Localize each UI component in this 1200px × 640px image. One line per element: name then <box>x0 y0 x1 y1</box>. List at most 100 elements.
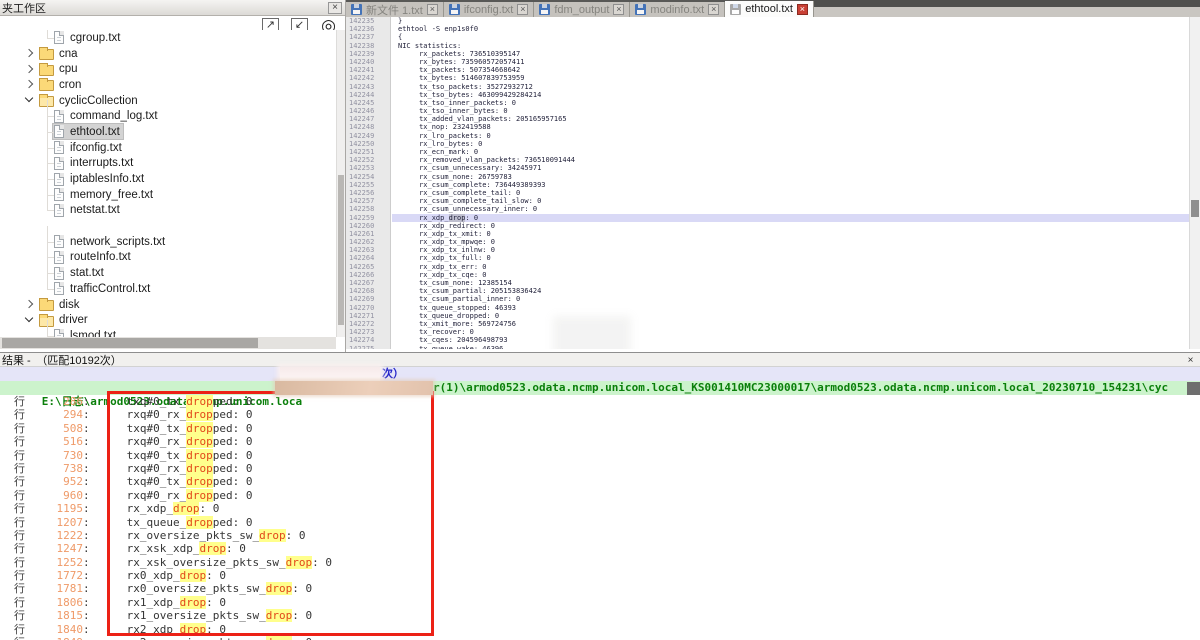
tree-item-hitbox[interactable]: cgroup.txt <box>53 30 124 45</box>
tree-item-label: driver <box>59 314 88 326</box>
line-number: 142258 <box>346 205 390 213</box>
tree-item-label: network_scripts.txt <box>70 236 165 248</box>
file-icon <box>54 204 64 217</box>
code-line: rx_lro_packets: 0 <box>392 132 1189 140</box>
file-tree: cgroup.txtcna cpu croncyclicCollectioncomm… <box>0 30 336 337</box>
row-content: rx2_oversize_pkts_sw_drop: 0 <box>90 636 312 640</box>
tree-item-label: memory_free.txt <box>70 189 153 201</box>
tree-item[interactable]: routeInfo.txt <box>0 250 336 266</box>
row-colon: : <box>83 502 90 515</box>
editor-body[interactable]: 1422351422361422371422381422391422401422… <box>346 17 1189 349</box>
tab-close-icon[interactable]: × <box>613 4 624 15</box>
result-row[interactable]: 行1849:rx2_oversize_pkts_sw_drop: 0 <box>0 636 1200 640</box>
chevron-right-icon[interactable] <box>24 79 35 90</box>
tree-item[interactable]: stat.txt <box>0 265 336 281</box>
editor-vertical-scrollbar[interactable] <box>1189 17 1200 349</box>
editor-tab[interactable]: 新文件 1.txt× <box>346 2 444 17</box>
tree-item[interactable]: interrupts.txt <box>0 156 336 172</box>
line-number: 142271 <box>346 312 390 320</box>
line-number: 142255 <box>346 181 390 189</box>
row-label: 行 <box>0 556 25 569</box>
row-label: 行 <box>0 422 25 435</box>
tree-item[interactable]: command_log.txt <box>0 108 336 124</box>
tree-item-hitbox[interactable]: cna <box>38 46 81 61</box>
tree-horizontal-scrollbar[interactable] <box>0 337 336 349</box>
line-number: 142239 <box>346 50 390 58</box>
tree-item[interactable]: lsmod.txt <box>0 328 336 337</box>
tree-item-hitbox[interactable]: disk <box>38 297 82 312</box>
tree-item[interactable]: netstat.txt <box>0 203 336 219</box>
code-line: tx_csum_partial_inner: 0 <box>392 295 1189 303</box>
tree-item[interactable]: cyclicCollection <box>0 93 336 109</box>
editor-tab[interactable]: modinfo.txt× <box>630 2 725 17</box>
tree-item-hitbox[interactable]: lsmod.txt <box>53 328 119 337</box>
tree-item[interactable]: cna <box>0 46 336 62</box>
code-area[interactable]: }ethtool -S enp1s0f0{NIC statistics: rx_… <box>392 17 1189 349</box>
tree-item[interactable]: trafficControl.txt <box>0 281 336 297</box>
tree-item[interactable]: network_scripts.txt <box>0 234 336 250</box>
chevron-down-icon[interactable] <box>24 95 35 106</box>
tree-item-hitbox[interactable]: cpu <box>38 62 81 77</box>
tree-item-hitbox[interactable]: memory_free.txt <box>53 187 156 202</box>
tree-item-hitbox[interactable]: cron <box>38 77 84 92</box>
tree-item-hitbox[interactable]: netstat.txt <box>53 203 123 218</box>
save-icon <box>351 4 362 15</box>
tree-item-hitbox[interactable]: network_scripts.txt <box>53 234 168 249</box>
code-line: rx_xdp_redirect: 0 <box>392 222 1189 230</box>
redaction-blur <box>561 324 623 349</box>
file-icon <box>54 157 64 170</box>
tree-item-hitbox[interactable]: trafficControl.txt <box>53 281 153 296</box>
tree-item-hitbox[interactable]: command_log.txt <box>53 109 161 124</box>
editor-tab[interactable]: ifconfig.txt× <box>444 2 535 17</box>
tree-item-hitbox[interactable]: cyclicCollection <box>38 93 141 108</box>
tree-item-hitbox[interactable]: interrupts.txt <box>53 156 136 171</box>
results-scroll-corner[interactable] <box>1187 382 1200 395</box>
workspace-close-icon[interactable]: × <box>328 2 342 14</box>
tree-item-hitbox[interactable]: routeInfo.txt <box>53 250 134 265</box>
editor-tab[interactable]: ethtool.txt× <box>725 1 814 17</box>
search-results-panel: 结果 - （匹配10192次） × 索 "drop" （1个文件中匹配到1019… <box>0 352 1200 640</box>
tree-item[interactable]: ethtool.txt <box>0 124 336 140</box>
tree-item[interactable]: iptablesInfo.txt <box>0 171 336 187</box>
results-close-icon[interactable]: × <box>1184 354 1197 366</box>
tree-item[interactable]: cron <box>0 77 336 93</box>
tree-item[interactable]: cpu <box>0 61 336 77</box>
tree-item[interactable]: disk <box>0 297 336 313</box>
tab-close-icon[interactable]: × <box>797 4 808 15</box>
row-line-number: 952 <box>25 475 83 488</box>
chevron-right-icon[interactable] <box>24 299 35 310</box>
chevron-right-icon[interactable] <box>24 48 35 59</box>
tree-item[interactable]: ifconfig.txt <box>0 140 336 156</box>
tree-item[interactable]: memory_free.txt <box>0 187 336 203</box>
row-line-number: 294 <box>25 408 83 421</box>
tree-item[interactable]: driver <box>0 312 336 328</box>
tab-close-icon[interactable]: × <box>427 4 438 15</box>
line-number: 142252 <box>346 156 390 164</box>
row-line-number: 1815 <box>25 609 83 622</box>
editor-tab[interactable]: fdm_output× <box>534 2 630 17</box>
line-number: 142242 <box>346 74 390 82</box>
tree-item-hitbox[interactable]: stat.txt <box>53 266 107 281</box>
tree-vertical-scrollbar[interactable] <box>336 30 345 337</box>
tree-item-hitbox[interactable]: ethtool.txt <box>53 124 123 139</box>
tree-item-hitbox[interactable]: ifconfig.txt <box>53 140 125 155</box>
tree-item-label: disk <box>59 299 79 311</box>
chevron-down-icon[interactable] <box>24 315 35 326</box>
scrollbar-thumb[interactable] <box>1191 200 1199 217</box>
tree-item-hitbox[interactable]: iptablesInfo.txt <box>53 172 147 187</box>
code-line: tx_csum_partial: 205153836424 <box>392 287 1189 295</box>
row-line-number: 738 <box>25 462 83 475</box>
tree-item-label: ifconfig.txt <box>70 142 122 154</box>
tree-item-hitbox[interactable]: driver <box>38 313 91 328</box>
chevron-right-icon[interactable] <box>24 64 35 75</box>
scrollbar-thumb[interactable] <box>338 175 344 325</box>
row-colon: : <box>83 556 90 569</box>
folder-icon <box>39 65 54 76</box>
line-number: 142245 <box>346 99 390 107</box>
scrollbar-thumb[interactable] <box>2 338 258 348</box>
tree-item[interactable]: cgroup.txt <box>0 30 336 46</box>
tab-close-icon[interactable]: × <box>708 4 719 15</box>
tab-close-icon[interactable]: × <box>517 4 528 15</box>
line-number: 142236 <box>346 25 390 33</box>
tree-item-label: cpu <box>59 63 78 75</box>
